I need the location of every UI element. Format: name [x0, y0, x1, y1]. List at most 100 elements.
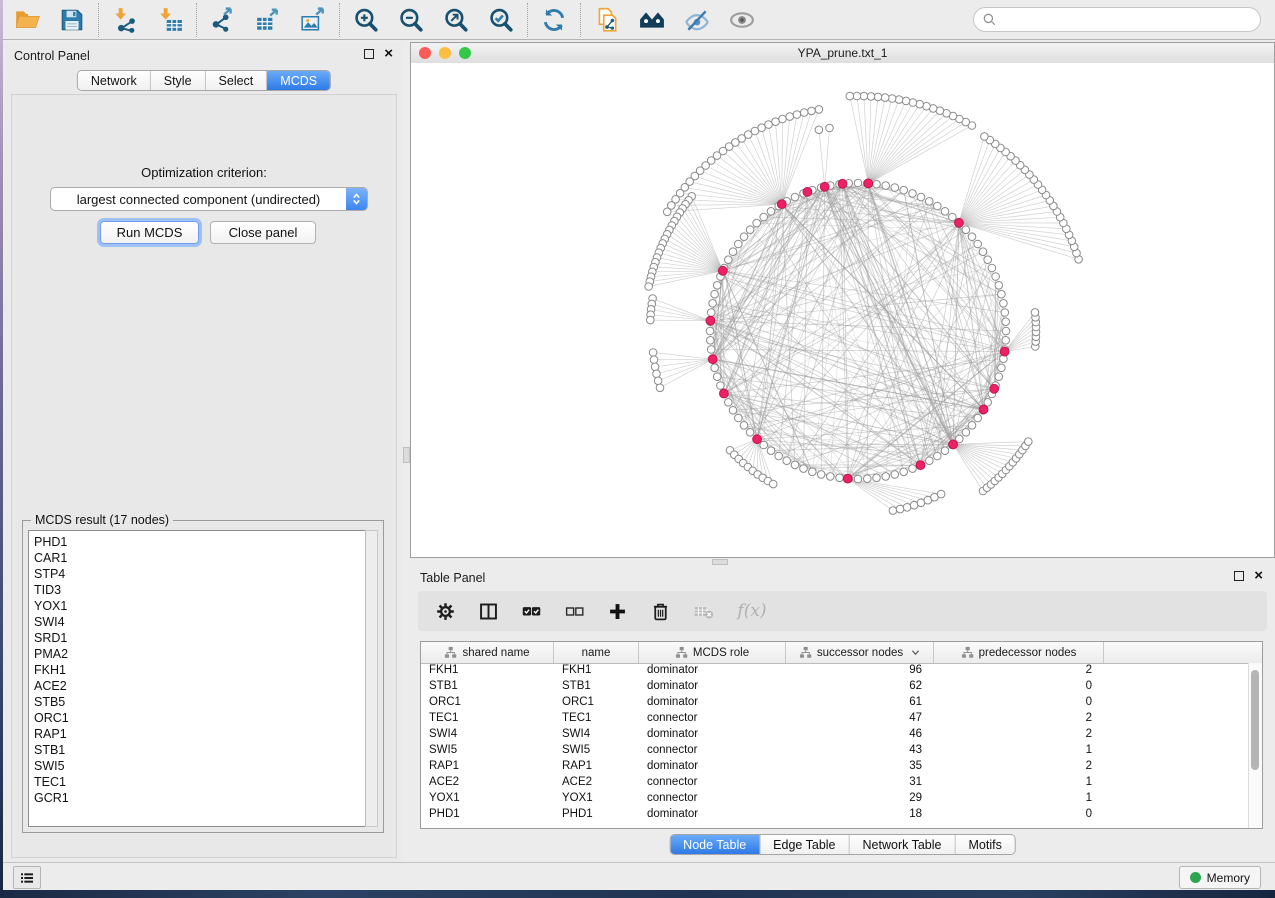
import-table-button[interactable]	[156, 6, 184, 34]
zoom-out-button[interactable]	[397, 6, 425, 34]
save-session-button[interactable]	[58, 6, 86, 34]
deselect-all-button[interactable]	[563, 600, 585, 622]
network-node[interactable]	[854, 475, 862, 483]
network-node[interactable]	[988, 264, 996, 272]
satellite-node[interactable]	[649, 349, 657, 357]
satellite-node[interactable]	[815, 126, 823, 134]
network-node[interactable]	[767, 208, 775, 216]
network-node[interactable]	[836, 474, 844, 482]
satellite-node[interactable]	[888, 95, 896, 103]
mcds-hub-node[interactable]	[820, 182, 829, 191]
export-table-button[interactable]	[254, 6, 282, 34]
network-node[interactable]	[891, 471, 899, 479]
delete-row-button[interactable]	[649, 600, 671, 622]
satellite-node[interactable]	[651, 363, 659, 371]
satellite-node[interactable]	[645, 283, 653, 291]
satellite-node[interactable]	[903, 504, 911, 512]
export-image-button[interactable]	[299, 6, 327, 34]
table-row[interactable]: ORC1ORC1dominator610	[421, 695, 1249, 711]
mcds-hub-node[interactable]	[753, 435, 762, 444]
mcds-list-scrollbar[interactable]	[365, 530, 378, 827]
satellite-node[interactable]	[786, 113, 794, 121]
network-node[interactable]	[827, 473, 835, 481]
network-node[interactable]	[962, 226, 970, 234]
network-node[interactable]	[1002, 337, 1010, 345]
mcds-hub-node[interactable]	[949, 440, 958, 449]
satellite-node[interactable]	[895, 96, 903, 104]
zoom-fit-button[interactable]	[442, 6, 470, 34]
vertical-splitter[interactable]	[403, 42, 410, 862]
tab-mcds[interactable]: MCDS	[266, 71, 330, 90]
network-node[interactable]	[941, 208, 949, 216]
table-row[interactable]: SWI4SWI4dominator462	[421, 727, 1249, 743]
satellite-node[interactable]	[800, 109, 808, 117]
satellite-node[interactable]	[779, 115, 787, 123]
network-node[interactable]	[873, 180, 881, 188]
mcds-hub-node[interactable]	[864, 179, 873, 188]
settings-button[interactable]	[434, 600, 456, 622]
mcds-result-item[interactable]: SWI4	[34, 614, 366, 630]
table-row[interactable]: FKH1FKH1dominator962	[421, 663, 1249, 679]
network-node[interactable]	[941, 447, 949, 455]
network-node[interactable]	[729, 248, 737, 256]
network-node[interactable]	[729, 407, 737, 415]
network-node[interactable]	[854, 179, 862, 187]
network-node[interactable]	[775, 452, 783, 460]
mcds-hub-node[interactable]	[720, 389, 729, 398]
network-node[interactable]	[735, 240, 743, 248]
network-node[interactable]	[800, 465, 808, 473]
mcds-hub-node[interactable]	[990, 384, 999, 393]
network-node[interactable]	[949, 213, 957, 221]
satellite-node[interactable]	[650, 356, 658, 364]
satellite-node[interactable]	[826, 124, 834, 132]
mcds-hub-node[interactable]	[916, 461, 925, 470]
float-panel-icon[interactable]	[364, 49, 374, 59]
network-node[interactable]	[707, 309, 715, 317]
table-row[interactable]: STB1STB1dominator620	[421, 679, 1249, 695]
table-row[interactable]: ACE2ACE2connector311	[421, 775, 1249, 791]
column-header-shared-name[interactable]: shared name	[421, 642, 554, 663]
column-header-successor-nodes[interactable]: successor nodes	[786, 642, 934, 663]
column-layout-button[interactable]	[477, 600, 499, 622]
mcds-result-item[interactable]: STB1	[34, 742, 366, 758]
network-node[interactable]	[900, 186, 908, 194]
network-node[interactable]	[882, 473, 890, 481]
network-node[interactable]	[713, 373, 721, 381]
network-node[interactable]	[998, 290, 1006, 298]
tab-node-table[interactable]: Node Table	[670, 835, 759, 854]
mcds-hub-node[interactable]	[955, 218, 964, 227]
task-history-button[interactable]	[13, 866, 41, 889]
mcds-result-item[interactable]: CAR1	[34, 550, 366, 566]
mcds-result-item[interactable]: SWI5	[34, 758, 366, 774]
mcds-hub-node[interactable]	[1000, 347, 1009, 356]
network-node[interactable]	[1000, 300, 1008, 308]
mcds-result-item[interactable]: TEC1	[34, 774, 366, 790]
satellite-node[interactable]	[902, 97, 910, 105]
tab-style[interactable]: Style	[150, 71, 205, 90]
float-table-panel-icon[interactable]	[1234, 571, 1244, 581]
select-all-button[interactable]	[520, 600, 542, 622]
network-node[interactable]	[934, 452, 942, 460]
mcds-result-item[interactable]: STP4	[34, 566, 366, 582]
table-row[interactable]: PHD1PHD1dominator180	[421, 807, 1249, 823]
network-node[interactable]	[725, 256, 733, 264]
satellite-node[interactable]	[896, 505, 904, 513]
mcds-result-item[interactable]: YOX1	[34, 598, 366, 614]
network-node[interactable]	[998, 364, 1006, 372]
satellite-node[interactable]	[654, 377, 662, 385]
add-row-button[interactable]	[606, 600, 628, 622]
satellite-node[interactable]	[653, 370, 661, 378]
table-scrollbar-thumb[interactable]	[1251, 670, 1259, 770]
mcds-result-item[interactable]: TID3	[34, 582, 366, 598]
mcds-result-item[interactable]: RAP1	[34, 726, 366, 742]
mcds-result-item[interactable]: SRD1	[34, 630, 366, 646]
satellite-node[interactable]	[1031, 309, 1039, 317]
satellite-node[interactable]	[846, 92, 854, 100]
network-node[interactable]	[1002, 318, 1010, 326]
network-node[interactable]	[791, 193, 799, 201]
network-node[interactable]	[707, 346, 715, 354]
network-node[interactable]	[864, 475, 872, 483]
network-node[interactable]	[882, 182, 890, 190]
network-node[interactable]	[711, 290, 719, 298]
network-node[interactable]	[968, 233, 976, 241]
